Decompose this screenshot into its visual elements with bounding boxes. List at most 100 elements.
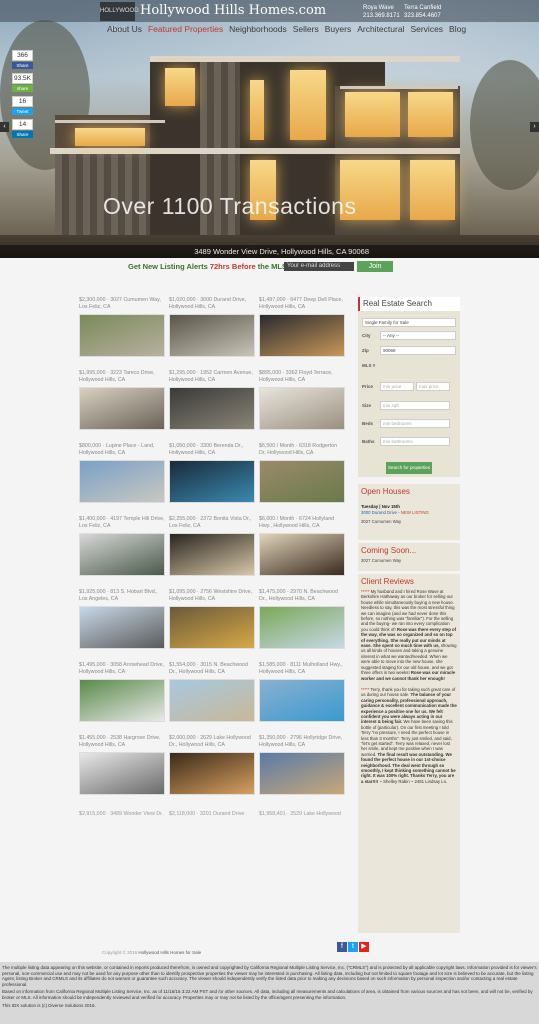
next-slide-button[interactable]: › — [530, 122, 539, 132]
listing-title[interactable]: $1,455,000 · 2538 Hargrove Drive, Hollyw… — [79, 735, 165, 750]
listing-photo[interactable] — [259, 460, 345, 503]
listing-card[interactable]: $2,000,000 · 2629 Lake Hollywood Dr., Ho… — [169, 735, 255, 795]
listing-card[interactable]: $1,995,000 · 3223 Tareco Drive, Hollywoo… — [79, 370, 165, 430]
listing-photo[interactable] — [79, 679, 165, 722]
zip-select[interactable]: 90068 — [380, 346, 456, 355]
min-price-input[interactable]: min price — [380, 382, 414, 391]
listing-photo[interactable] — [79, 752, 165, 795]
search-button[interactable]: Search for properties — [386, 462, 432, 474]
logo[interactable]: HOLLYWOOD HILLS — [100, 2, 139, 33]
listing-card[interactable]: $1,020,000 · 3000 Durand Drive, Hollywoo… — [169, 297, 255, 357]
listing-title[interactable]: $1,095,000 · 2756 Westshire Drive, Holly… — [169, 589, 255, 604]
listing-title[interactable]: $800,000 · Lupine Place - Land, Hollywoo… — [79, 443, 165, 458]
listing-title[interactable]: $1,295,000 · 1952 Carmen Avenue, Hollywo… — [169, 370, 255, 385]
min-bathrooms-input[interactable]: min bathrooms — [380, 437, 450, 446]
listing-card[interactable]: $1,400,000 · 4197 Temple Hill Drive, Los… — [79, 516, 165, 576]
nav-sellers[interactable]: Sellers — [290, 24, 322, 34]
listing-card[interactable]: $800,000 · Lupine Place - Land, Hollywoo… — [79, 443, 165, 503]
min-sqft-input[interactable]: min sqft — [380, 401, 450, 410]
join-button[interactable]: Join — [357, 261, 393, 272]
listing-title[interactable]: $1,958,401 · 2529 Lake Hollywood — [259, 811, 341, 817]
listing-title[interactable]: $1,350,000 · 2796 Hollyridge Drive, Holl… — [259, 735, 345, 750]
listing-photo[interactable] — [169, 752, 255, 795]
listing-title[interactable]: $895,000 · 3362 Floyd Terrace, Hollywood… — [259, 370, 345, 385]
copyright-link[interactable]: Hollywood Hills Homes for Sale — [138, 950, 201, 955]
listing-title[interactable]: $6,500 / Month · 6318 Rodgerton Dr, Holl… — [259, 443, 345, 458]
listing-title[interactable]: $1,925,000 · 813 S. Hobart Blvd., Los An… — [79, 589, 165, 604]
listing-card[interactable]: $6,500 / Month · 6318 Rodgerton Dr, Holl… — [259, 443, 345, 503]
listing-card[interactable]: $1,455,000 · 2538 Hargrove Drive, Hollyw… — [79, 735, 165, 795]
nav-about-us[interactable]: About Us — [104, 24, 145, 34]
listing-photo[interactable] — [79, 314, 165, 357]
listing-photo[interactable] — [169, 460, 255, 503]
agent-phone[interactable]: 213.369.8171 — [363, 12, 400, 20]
listing-card[interactable]: $1,495,000 · 3058 Arrowhead Drive, Holly… — [79, 662, 165, 722]
listing-photo[interactable] — [79, 387, 165, 430]
listing-photo[interactable] — [169, 679, 255, 722]
listing-card[interactable]: $1,050,000 · 3300 Berenda Dr., Hollywood… — [169, 443, 255, 503]
listing-title[interactable]: $1,585,000 · 8111 Mulholland Hwy., Holly… — [259, 662, 345, 677]
listing-title[interactable]: $2,118,000 · 3201 Durand Drive — [169, 811, 244, 817]
listing-card[interactable]: $1,925,000 · 813 S. Hobart Blvd., Los An… — [79, 589, 165, 649]
max-price-input[interactable]: max price — [416, 382, 450, 391]
nav-buyers[interactable]: Buyers — [322, 24, 354, 34]
property-type-select[interactable]: Single Family for Sale — [362, 318, 456, 327]
listing-title[interactable]: $1,497,000 · 6477 Deep Dell Place, Holly… — [259, 297, 345, 312]
listing-title[interactable]: $1,400,000 · 4197 Temple Hill Drive, Los… — [79, 516, 165, 531]
nav-neighborhoods[interactable]: Neighborhoods — [226, 24, 290, 34]
listing-photo[interactable] — [259, 679, 345, 722]
listing-photo[interactable] — [169, 387, 255, 430]
listing-title[interactable]: $1,020,000 · 3000 Durand Drive, Hollywoo… — [169, 297, 255, 312]
listing-title[interactable]: $2,915,000 · 3489 Wonder View Dr. — [79, 811, 163, 817]
facebook-share-button[interactable]: Share — [12, 62, 33, 69]
listing-photo[interactable] — [259, 606, 345, 649]
linkedin-share-button[interactable]: Share — [12, 131, 33, 138]
listing-card[interactable]: $1,497,000 · 6477 Deep Dell Place, Holly… — [259, 297, 345, 357]
tweet-button[interactable]: Tweet — [12, 108, 33, 115]
listing-photo[interactable] — [169, 533, 255, 576]
listing-card[interactable]: $2,300,000 · 3027 Cumumen Way, Los Feliz… — [79, 297, 165, 357]
facebook-icon[interactable]: f — [337, 942, 347, 952]
twitter-icon[interactable]: t — [348, 942, 358, 952]
listing-photo[interactable] — [259, 314, 345, 357]
listing-photo[interactable] — [259, 533, 345, 576]
open-house-address[interactable]: 3000 Durand Drive — [361, 510, 397, 515]
listing-photo[interactable] — [259, 752, 345, 795]
listing-title[interactable]: $2,255,000 · 2372 Bonita Vista Dr., Los … — [169, 516, 255, 531]
min-bedrooms-input[interactable]: min bedrooms — [380, 419, 450, 428]
site-title[interactable]: Hollywood Hills Homes.com — [140, 3, 326, 18]
listing-title[interactable]: $2,000,000 · 2629 Lake Hollywood Dr., Ho… — [169, 735, 255, 750]
email-input[interactable]: Your e-mail address — [284, 262, 354, 271]
nav-services[interactable]: Services — [407, 24, 446, 34]
open-house-address[interactable]: 3027 Cumumen Way — [358, 519, 460, 525]
nav-architectural[interactable]: Architectural — [354, 24, 407, 34]
prev-slide-button[interactable]: ‹ — [0, 122, 9, 132]
agent-phone[interactable]: 323.854.4607 — [404, 12, 441, 20]
listing-card[interactable]: $2,255,000 · 2372 Bonita Vista Dr., Los … — [169, 516, 255, 576]
share-button[interactable]: share — [12, 85, 33, 92]
listing-card[interactable]: $1,554,000 · 3015 N. Beachwood Dr., Holl… — [169, 662, 255, 722]
listing-title[interactable]: $1,554,000 · 3015 N. Beachwood Dr., Holl… — [169, 662, 255, 677]
nav-blog[interactable]: Blog — [446, 24, 469, 34]
listing-title[interactable]: $6,000 / Month · 6724 Hollyland Hwy., Ho… — [259, 516, 345, 531]
youtube-icon[interactable]: ▶ — [359, 942, 369, 952]
coming-soon-address[interactable]: 3027 Cumumen Way — [358, 558, 460, 564]
listing-card[interactable]: $1,095,000 · 2756 Westshire Drive, Holly… — [169, 589, 255, 649]
listing-photo[interactable] — [79, 533, 165, 576]
listing-card[interactable]: $895,000 · 3362 Floyd Terrace, Hollywood… — [259, 370, 345, 430]
nav-featured-properties[interactable]: Featured Properties — [145, 24, 226, 34]
listing-card[interactable]: $1,295,000 · 1952 Carmen Avenue, Hollywo… — [169, 370, 255, 430]
listing-title[interactable]: $1,495,000 · 3058 Arrowhead Drive, Holly… — [79, 662, 165, 677]
listing-photo[interactable] — [79, 460, 165, 503]
listing-card[interactable]: $1,585,000 · 8111 Mulholland Hwy., Holly… — [259, 662, 345, 722]
listing-title[interactable]: $2,300,000 · 3027 Cumumen Way, Los Feliz… — [79, 297, 165, 312]
listing-title[interactable]: $1,475,000 · 2970 N. Beachwood Dr., Holl… — [259, 589, 345, 604]
listing-photo[interactable] — [169, 314, 255, 357]
listing-photo[interactable] — [169, 606, 255, 649]
listing-card[interactable]: $6,000 / Month · 6724 Hollyland Hwy., Ho… — [259, 516, 345, 576]
listing-photo[interactable] — [79, 606, 165, 649]
city-select[interactable]: -- Any -- — [380, 331, 456, 340]
listing-title[interactable]: $1,050,000 · 3300 Berenda Dr., Hollywood… — [169, 443, 255, 458]
listing-card[interactable]: $1,475,000 · 2970 N. Beachwood Dr., Holl… — [259, 589, 345, 649]
listing-card[interactable]: $1,350,000 · 2796 Hollyridge Drive, Holl… — [259, 735, 345, 795]
